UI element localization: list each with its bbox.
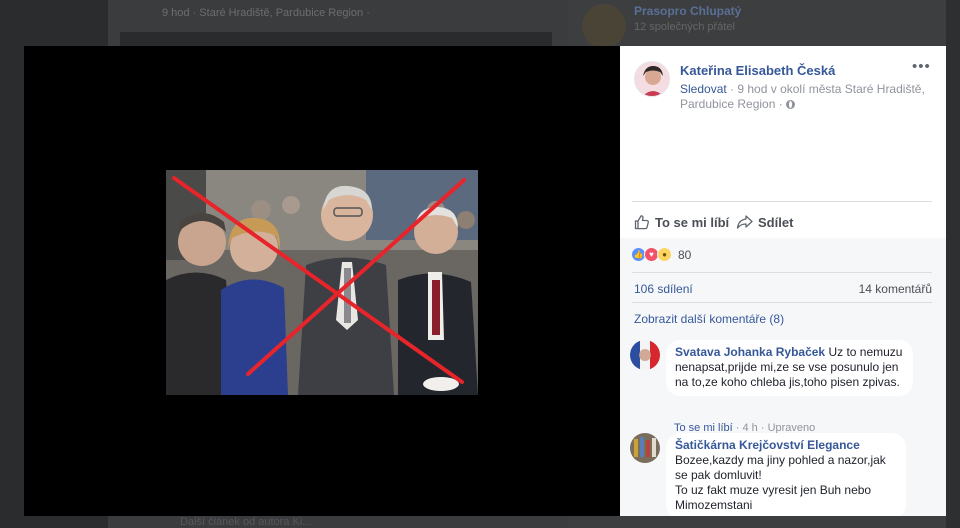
wow-reaction-icon: ●: [657, 247, 672, 262]
post-meta: Sledovat · 9 hod v okolí města Staré Hra…: [680, 82, 930, 112]
like-label: To se mi líbí: [655, 214, 730, 230]
shares-count[interactable]: 106 sdílení: [634, 282, 693, 296]
comment-bubble: Svatava Johanka Rybaček Uz to nemuzu nen…: [666, 340, 913, 396]
reaction-count: 80: [678, 247, 692, 262]
commenter-avatar-image: [630, 340, 660, 370]
divider: [632, 201, 932, 202]
share-arrow-icon: [736, 215, 753, 229]
reactions-summary[interactable]: 👍 ♥ ● 80: [631, 247, 691, 262]
share-button[interactable]: Sdílet: [736, 212, 793, 232]
author-name[interactable]: Kateřina Elisabeth Česká: [680, 63, 835, 78]
divider: [632, 272, 932, 273]
share-label: Sdílet: [758, 214, 794, 230]
comment-bubble: Šatičkárna Krejčovství Elegance Bozee,ka…: [666, 433, 906, 516]
background-avatar: [582, 4, 626, 48]
comment-author[interactable]: Šatičkárna Krejčovství Elegance: [675, 438, 897, 453]
reactions-section: 👍 ♥ ● 80 106 sdílení 14 komentářů Zobraz…: [620, 238, 946, 330]
comments-list: Svatava Johanka Rybaček Uz to nemuzu nen…: [620, 330, 946, 516]
background-mutual-friends: 12 společných přátel: [634, 21, 735, 33]
post-photo[interactable]: [166, 170, 478, 395]
like-button[interactable]: To se mi líbí: [634, 212, 729, 232]
comments-count[interactable]: 14 komentářů: [859, 282, 932, 296]
photo-theater[interactable]: [24, 46, 620, 516]
view-more-comments-link[interactable]: Zobrazit další komentáře (8): [634, 312, 784, 326]
comment-text: Bozee,kazdy ma jiny pohled a nazor,jak s…: [675, 453, 886, 512]
commenter-avatar[interactable]: [630, 340, 660, 370]
background-post-meta: 9 hod · Staré Hradiště, Pardubice Region…: [162, 7, 370, 19]
photo-illustration: [166, 170, 478, 395]
background-post-image: [120, 32, 552, 46]
background-person-name: Prasopro Chlupatý: [634, 4, 742, 18]
more-dots-icon[interactable]: •••: [912, 59, 931, 74]
thumbs-up-icon: [634, 215, 649, 230]
comment-author[interactable]: Svatava Johanka Rybaček: [675, 345, 825, 359]
commenter-avatar-image: [630, 433, 660, 463]
post-side-panel: Kateřina Elisabeth Česká ••• Sledovat · …: [620, 46, 946, 516]
divider: [632, 302, 932, 303]
globe-icon: [786, 100, 796, 109]
follow-link[interactable]: Sledovat: [680, 82, 727, 96]
scrollbar[interactable]: [946, 0, 960, 528]
author-avatar-image: [635, 62, 669, 96]
author-avatar[interactable]: [634, 61, 670, 97]
commenter-avatar[interactable]: [630, 433, 660, 463]
background-bottom-text: Další článek od autora Ki...: [180, 516, 312, 528]
